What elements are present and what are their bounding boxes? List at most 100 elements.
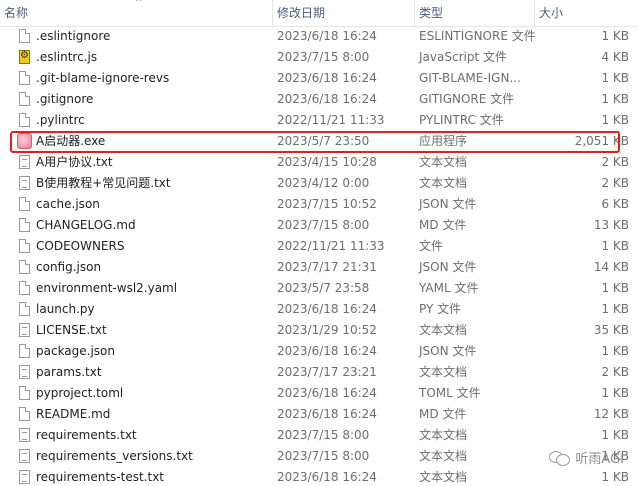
- file-modified-date: 2023/6/18 16:24: [277, 407, 377, 421]
- file-row[interactable]: requirements_versions.txt 2023/7/15 8:00 文…: [0, 446, 638, 467]
- file-modified-date: 2023/7/17 23:21: [277, 365, 377, 379]
- file-name: .eslintignore: [36, 29, 111, 43]
- file-name-cell: A启动器.exe: [0, 131, 273, 152]
- file-row[interactable]: LICENSE.txt 2023/1/29 10:52 文本文档 35 KB: [0, 320, 638, 341]
- file-size: 4 KB: [601, 50, 629, 64]
- file-name: B使用教程+常见问题.txt: [36, 176, 171, 190]
- file-icon: [19, 407, 30, 421]
- file-name: .eslintrc.js: [36, 50, 98, 64]
- watermark: 听雨AGI: [549, 446, 624, 468]
- file-row[interactable]: environment-wsl2.yaml 2023/5/7 23:58 YAML …: [0, 278, 638, 299]
- file-modified-date: 2023/7/15 8:00: [277, 428, 370, 442]
- file-modified-date: 2023/1/29 10:52: [277, 323, 377, 337]
- file-size: 1 KB: [601, 386, 629, 400]
- file-row[interactable]: config.json 2023/7/17 21:31 JSON 文件 14 KB: [0, 257, 638, 278]
- file-row[interactable]: pyproject.toml 2023/6/18 16:24 TOML 文件 1 KB: [0, 383, 638, 404]
- file-name: README.md: [36, 407, 111, 421]
- file-row[interactable]: .pylintrc 2022/11/21 11:33 PYLINTRC 文件 1 KB: [0, 110, 638, 131]
- column-header-type-label: 类型: [419, 6, 444, 20]
- file-name-cell: package.json: [0, 341, 273, 362]
- sort-ascending-icon: ^: [135, 0, 143, 8]
- file-type: PY 文件: [419, 302, 462, 316]
- file-name: A启动器.exe: [36, 134, 106, 148]
- text-document-icon: [19, 449, 30, 463]
- file-modified-date: 2022/11/21 11:33: [277, 239, 385, 253]
- file-icon: [19, 386, 30, 400]
- file-type: 文本文档: [419, 365, 468, 379]
- file-name-cell: .gitignore: [0, 89, 273, 110]
- file-name-cell: environment-wsl2.yaml: [0, 278, 273, 299]
- file-name-cell: .git-blame-ignore-revs: [0, 68, 273, 89]
- file-icon: [19, 197, 30, 211]
- file-row[interactable]: A用户协议.txt 2023/4/15 10:28 文本文档 2 KB: [0, 152, 638, 173]
- file-row[interactable]: A启动器.exe 2023/5/7 23:50 应用程序 2,051 KB: [0, 131, 638, 152]
- file-name: environment-wsl2.yaml: [36, 281, 178, 295]
- file-row[interactable]: .gitignore 2023/6/18 16:24 GITIGNORE 文件 1 K…: [0, 89, 638, 110]
- file-type: YAML 文件: [419, 281, 479, 295]
- file-modified-date: 2023/6/18 16:24: [277, 71, 377, 85]
- file-modified-date: 2022/11/21 11:33: [277, 113, 385, 127]
- file-name: launch.py: [36, 302, 95, 316]
- file-size: 35 KB: [593, 323, 629, 337]
- file-modified-date: 2023/6/18 16:24: [277, 92, 377, 106]
- file-modified-date: 2023/4/12 0:00: [277, 176, 370, 190]
- file-name: CHANGELOG.md: [36, 218, 136, 232]
- file-row[interactable]: B使用教程+常见问题.txt 2023/4/12 0:00 文本文档 2 KB: [0, 173, 638, 194]
- file-row[interactable]: .eslintrc.js 2023/7/15 8:00 JavaScript 文件 4…: [0, 47, 638, 68]
- text-document-icon: [19, 176, 30, 190]
- file-size: 13 KB: [593, 218, 629, 232]
- file-name-cell: requirements-test.txt: [0, 467, 273, 486]
- file-row[interactable]: requirements.txt 2023/7/15 8:00 文本文档 1 KB: [0, 425, 638, 446]
- file-row[interactable]: CHANGELOG.md 2023/7/15 8:00 MD 文件 13 KB: [0, 215, 638, 236]
- file-row[interactable]: package.json 2023/6/18 16:24 JSON 文件 1 KB: [0, 341, 638, 362]
- file-type: TOML 文件: [419, 386, 481, 400]
- file-type: 应用程序: [419, 134, 468, 148]
- file-size: 1 KB: [601, 29, 629, 43]
- text-document-icon: [19, 365, 30, 379]
- watermark-text: 听雨AGI: [575, 451, 624, 467]
- file-size: 1 KB: [601, 113, 629, 127]
- file-name-cell: B使用教程+常见问题.txt: [0, 173, 273, 194]
- column-header-date[interactable]: 修改日期: [273, 0, 415, 26]
- file-row[interactable]: launch.py 2023/6/18 16:24 PY 文件 1 KB: [0, 299, 638, 320]
- file-icon: [19, 71, 30, 85]
- column-header-type[interactable]: 类型: [415, 0, 535, 26]
- file-icon: [19, 29, 30, 43]
- file-size: 14 KB: [593, 260, 629, 274]
- column-header-size[interactable]: 大小: [535, 0, 638, 26]
- file-name-cell: cache.json: [0, 194, 273, 215]
- file-type: 文本文档: [419, 470, 468, 484]
- file-name: requirements-test.txt: [36, 470, 164, 484]
- wechat-icon: [549, 449, 571, 466]
- file-type: JavaScript 文件: [419, 50, 507, 64]
- file-size: 1 KB: [601, 428, 629, 442]
- file-size: 6 KB: [601, 197, 629, 211]
- file-size: 1 KB: [601, 281, 629, 295]
- file-explorer-list: 名称 ^ 修改日期 类型 大小 .eslintignore 2023/6/18 1…: [0, 0, 638, 486]
- file-type: GIT-BLAME-IGN...: [419, 71, 521, 85]
- file-type: MD 文件: [419, 218, 467, 232]
- file-row[interactable]: cache.json 2023/7/15 10:52 JSON 文件 6 KB: [0, 194, 638, 215]
- file-name: pyproject.toml: [36, 386, 124, 400]
- file-row[interactable]: CODEOWNERS 2022/11/21 11:33 文件 1 KB: [0, 236, 638, 257]
- file-name-cell: .eslintrc.js: [0, 47, 273, 68]
- file-modified-date: 2023/5/7 23:58: [277, 281, 370, 295]
- file-size: 12 KB: [593, 407, 629, 421]
- file-type: 文本文档: [419, 428, 468, 442]
- file-name-cell: .eslintignore: [0, 26, 273, 47]
- column-header-name[interactable]: 名称 ^: [0, 0, 273, 26]
- file-icon: [19, 113, 30, 127]
- file-modified-date: 2023/4/15 10:28: [277, 155, 377, 169]
- file-row[interactable]: .git-blame-ignore-revs 2023/6/18 16:24 GIT…: [0, 68, 638, 89]
- file-row[interactable]: requirements-test.txt 2023/6/18 16:24 文本文档…: [0, 467, 638, 486]
- file-name-cell: requirements_versions.txt: [0, 446, 273, 467]
- file-row[interactable]: README.md 2023/6/18 16:24 MD 文件 12 KB: [0, 404, 638, 425]
- file-name-cell: launch.py: [0, 299, 273, 320]
- file-name: requirements_versions.txt: [36, 449, 193, 463]
- file-name: .pylintrc: [36, 113, 85, 127]
- file-row[interactable]: .eslintignore 2023/6/18 16:24 ESLINTIGNORE…: [0, 26, 638, 47]
- file-name-cell: pyproject.toml: [0, 383, 273, 404]
- file-type: MD 文件: [419, 407, 467, 421]
- file-row[interactable]: params.txt 2023/7/17 23:21 文本文档 2 KB: [0, 362, 638, 383]
- file-name: requirements.txt: [36, 428, 137, 442]
